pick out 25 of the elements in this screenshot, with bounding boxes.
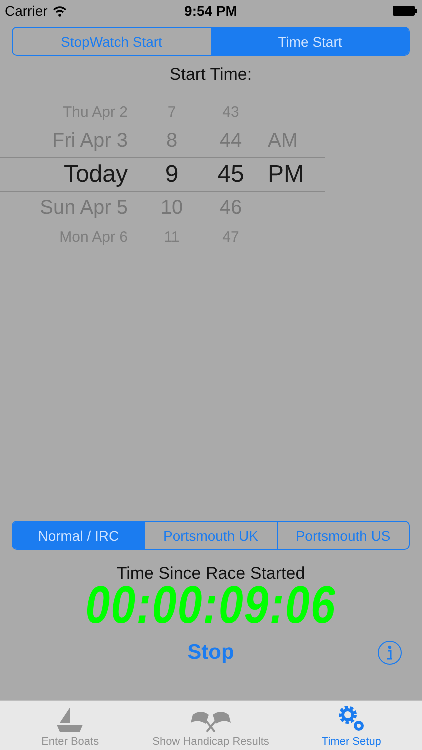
segment-tab[interactable]: Portsmouth UK	[144, 522, 277, 549]
stop-button[interactable]: Stop	[182, 639, 240, 667]
info-icon	[385, 645, 395, 661]
gears-icon	[336, 705, 367, 733]
picker-ampm[interactable]: PM	[246, 160, 325, 188]
start-time-label: Start Time:	[168, 65, 254, 85]
segment-tab[interactable]: Normal / IRC	[13, 522, 144, 549]
tab-bar-item[interactable]: Show Handicap Results	[140, 701, 282, 750]
info-button[interactable]	[378, 641, 402, 665]
battery-icon	[393, 6, 417, 16]
sailboat-icon	[56, 707, 84, 733]
carrier-name: Carrier	[5, 3, 48, 19]
tab-bar-item[interactable]: Timer Setup	[281, 701, 422, 750]
picker-hour[interactable]: 9	[128, 160, 216, 188]
segment-tab[interactable]: StopWatch Start	[13, 28, 210, 55]
picker-date[interactable]: Today	[0, 160, 128, 188]
picker-minute[interactable]: 45	[216, 160, 246, 188]
tab-bar-item[interactable]: Enter Boats	[0, 701, 141, 750]
status-time: 9:54 PM	[184, 3, 238, 19]
elapsed-timer: 00:00:09:06	[84, 582, 338, 630]
wifi-icon	[52, 6, 67, 16]
checkered-flags-icon	[189, 709, 233, 733]
segment-tab[interactable]: Time Start	[210, 28, 409, 55]
elapsed-label: Time Since Race Started	[116, 564, 306, 584]
segment-tab[interactable]: Portsmouth US	[276, 522, 409, 549]
